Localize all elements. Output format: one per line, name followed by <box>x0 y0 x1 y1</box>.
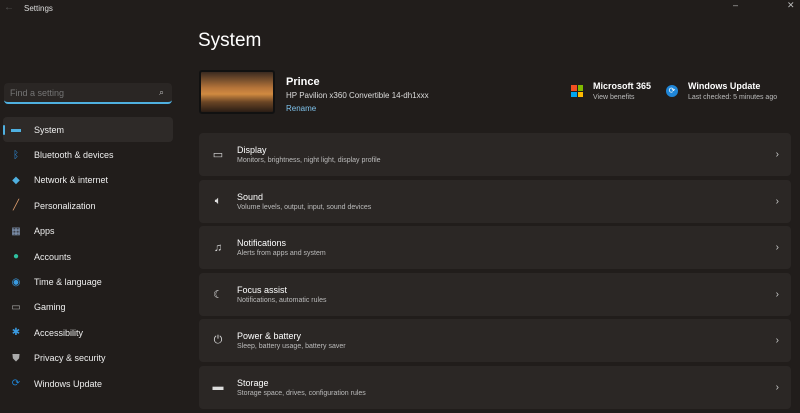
settings-card-notifications[interactable]: ♫ Notifications Alerts from apps and syste… <box>199 226 791 270</box>
sidebar-item-apps[interactable]: ▦ Apps <box>3 219 173 244</box>
update-icon: ⟳ <box>11 378 21 390</box>
search-input[interactable] <box>10 88 150 98</box>
sidebar-item-label: Network & internet <box>34 175 109 186</box>
sidebar-item-time-language[interactable]: ◉ Time & language <box>3 269 173 294</box>
shield-icon: ⛊ <box>12 352 20 364</box>
sidebar-item-accessibility[interactable]: ✱ Accessibility <box>3 320 173 345</box>
card-subtitle: Sleep, battery usage, battery saver <box>237 343 346 351</box>
chevron-right-icon: › <box>775 288 779 300</box>
ms365-title: Microsoft 365 <box>593 81 652 91</box>
sidebar-item-accounts[interactable]: ● Accounts <box>3 244 173 269</box>
card-subtitle: Monitors, brightness, night light, displ… <box>237 157 381 164</box>
card-title: Display <box>237 145 267 155</box>
chevron-right-icon: › <box>775 195 779 207</box>
device-wallpaper-thumbnail <box>199 70 275 114</box>
sidebar-item-gaming[interactable]: ▭ Gaming <box>3 295 173 320</box>
sidebar-item-windows-update[interactable]: ⟳ Windows Update <box>3 371 173 396</box>
minimize-button[interactable]: – <box>733 0 738 10</box>
back-arrow-icon[interactable]: ← <box>4 2 14 13</box>
microsoft-logo-icon <box>571 85 583 97</box>
monitor-icon: ▬ <box>11 124 21 136</box>
sidebar-item-network-internet[interactable]: ◆ Network & internet <box>3 168 173 193</box>
sidebar-item-label: Bluetooth & devices <box>34 150 114 161</box>
search-box[interactable]: ⌕ <box>4 83 172 104</box>
gamepad-icon: ▭ <box>11 301 21 313</box>
settings-card-display[interactable]: ▭ Display Monitors, brightness, night ligh… <box>199 133 791 176</box>
sidebar-item-label: Windows Update <box>34 378 103 389</box>
card-title: Sound <box>237 191 264 202</box>
bluetooth-icon: ᛒ <box>13 149 19 161</box>
settings-cards: ▭ Display Monitors, brightness, night ligh… <box>199 133 791 413</box>
speaker-icon: 🔈︎ <box>214 194 222 207</box>
chevron-right-icon: › <box>775 149 779 160</box>
page-title: System <box>198 30 262 51</box>
card-subtitle: Alerts from apps and system <box>237 250 326 258</box>
power-icon: ⏻ <box>213 334 223 347</box>
rename-link[interactable]: Rename <box>286 104 316 113</box>
card-title: Power & battery <box>237 331 302 342</box>
sidebar-item-bluetooth-devices[interactable]: ᛒ Bluetooth & devices <box>3 142 173 167</box>
card-title: Notifications <box>237 238 287 249</box>
settings-card-sound[interactable]: 🔈︎ Sound Volume levels, output, input, sou… <box>199 179 791 223</box>
card-title: Focus assist <box>237 284 288 295</box>
storage-icon: ▬ <box>212 381 224 394</box>
windows-update-tile[interactable]: ⟳ Windows Update Last checked: 5 minutes… <box>666 81 777 101</box>
chevron-right-icon: › <box>775 381 779 393</box>
microsoft-365-tile[interactable]: Microsoft 365 View benefits <box>571 81 651 101</box>
card-subtitle: Notifications, automatic rules <box>237 296 327 304</box>
app-title: Settings <box>24 4 53 13</box>
sidebar-item-label: Time & language <box>34 277 102 288</box>
card-title: Storage <box>237 377 269 388</box>
sidebar-item-label: System <box>34 124 65 135</box>
sidebar-item-label: Personalization <box>34 200 96 211</box>
title-bar: ← Settings – ✕ <box>0 0 800 18</box>
sidebar-item-personalization[interactable]: ╱ Personalization <box>3 193 173 218</box>
moon-icon: ☾ <box>213 288 223 301</box>
card-subtitle: Storage space, drives, configuration rul… <box>237 389 366 397</box>
person-icon: ● <box>12 251 20 263</box>
sidebar-item-privacy-security[interactable]: ⛊ Privacy & security <box>3 346 173 371</box>
sidebar-item-label: Accounts <box>34 251 72 262</box>
device-name: Prince <box>286 76 320 88</box>
wifi-icon: ◆ <box>12 174 20 186</box>
update-title: Windows Update <box>688 81 761 91</box>
sidebar-item-system[interactable]: ▬ System <box>3 117 173 143</box>
chevron-right-icon: › <box>775 335 779 347</box>
settings-card-focus-assist[interactable]: ☾ Focus assist Notifications, automatic ru… <box>199 272 791 316</box>
sidebar-item-label: Privacy & security <box>34 353 106 364</box>
chevron-right-icon: › <box>775 242 779 254</box>
brush-icon: ╱ <box>12 200 20 212</box>
settings-card-storage[interactable]: ▬ Storage Storage space, drives, configura… <box>199 365 791 409</box>
settings-card-power-battery[interactable]: ⏻ Power & battery Sleep, battery usage, ba… <box>199 319 791 363</box>
device-model: HP Pavilion x360 Convertible 14-dh1xxx <box>286 91 429 100</box>
globe-clock-icon: ◉ <box>11 276 21 288</box>
sidebar-item-label: Apps <box>34 226 55 237</box>
sidebar-item-label: Accessibility <box>34 327 84 338</box>
sidebar-item-label: Gaming <box>34 302 66 313</box>
ms365-subtitle: View benefits <box>593 94 635 101</box>
update-subtitle: Last checked: 5 minutes ago <box>688 94 778 101</box>
card-subtitle: Volume levels, output, input, sound devi… <box>237 203 372 211</box>
laptop-icon: ▭ <box>212 149 224 161</box>
sidebar-nav: ▬ System ᛒ Bluetooth & devices ◆ Network & in… <box>3 117 173 396</box>
accessibility-icon: ✱ <box>11 327 21 339</box>
close-button[interactable]: ✕ <box>787 0 795 11</box>
bell-icon: ♫ <box>213 241 223 254</box>
update-icon: ⟳ <box>666 85 678 97</box>
search-icon: ⌕ <box>158 87 164 97</box>
apps-icon: ▦ <box>11 225 21 237</box>
